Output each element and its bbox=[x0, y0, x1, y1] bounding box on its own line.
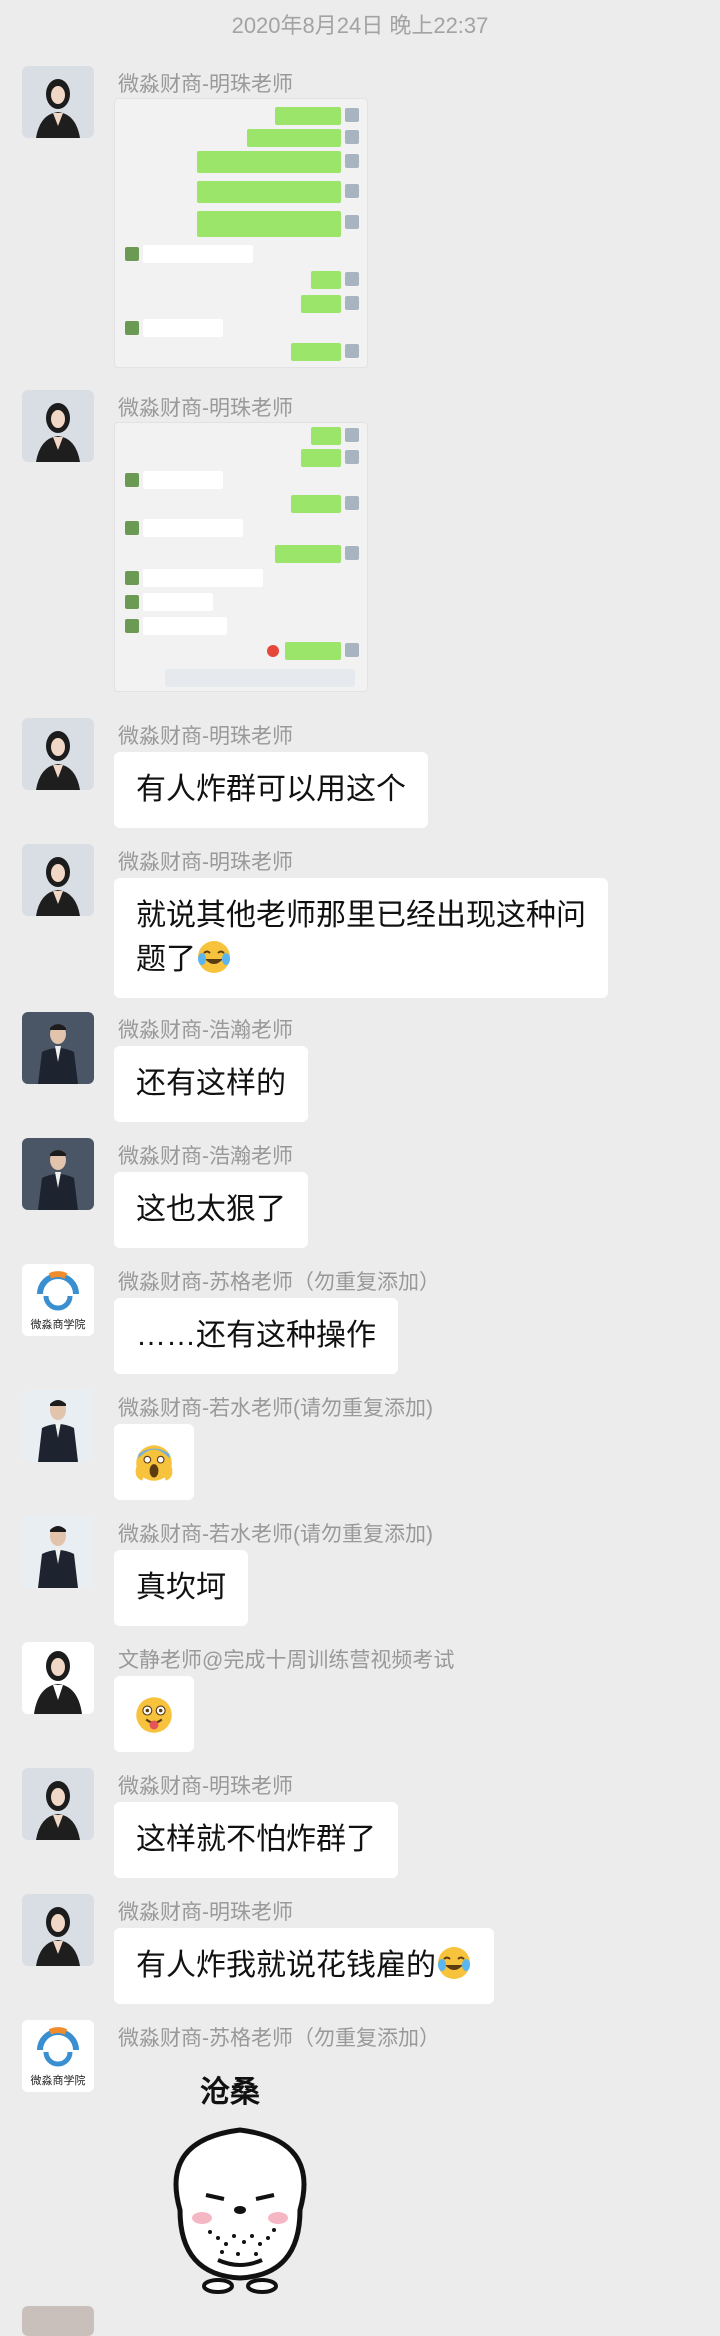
sender-name: 微淼财商-浩瀚老师 bbox=[118, 1145, 293, 1168]
avatar[interactable] bbox=[22, 1768, 94, 1840]
school-logo-icon: 微淼商学院 bbox=[22, 2020, 94, 2092]
message-text: 有人炸我就说花钱雇的 bbox=[136, 1949, 436, 1982]
avatar[interactable] bbox=[22, 1642, 94, 1714]
avatar[interactable] bbox=[22, 844, 94, 916]
chat-message: 文静老师@完成十周训练营视频考试 bbox=[0, 1642, 720, 1752]
message-bubble[interactable] bbox=[114, 1424, 194, 1500]
chat-message: 微淼财商-浩瀚老师 这也太狠了 bbox=[0, 1138, 720, 1248]
avatar[interactable] bbox=[22, 2306, 94, 2336]
message-text: 还有这样的 bbox=[136, 1067, 286, 1100]
avatar[interactable] bbox=[22, 390, 94, 462]
sender-name: 微淼财商-明珠老师 bbox=[118, 1775, 293, 1798]
sticker-blob-icon: 沧桑 bbox=[173, 2075, 307, 2294]
school-logo-caption: 微淼商学院 bbox=[31, 1317, 86, 1331]
chat-timestamp: 2020年8月24日 晚上22:37 bbox=[231, 13, 489, 38]
chat-message: 微淼财商-明珠老师 有人炸群可以用这个 bbox=[0, 718, 720, 828]
chat-message: 微淼财商-明珠老师 bbox=[0, 66, 720, 376]
chat-message: 微淼财商-浩瀚老师 还有这样的 bbox=[0, 1012, 720, 1122]
chat-message: 微淼财商-明珠老师 这样就不怕炸群了 bbox=[0, 1768, 720, 1878]
message-text: ……还有这种操作 bbox=[136, 1319, 376, 1352]
sender-name: 文静老师@完成十周训练营视频考试 bbox=[118, 1649, 455, 1672]
school-logo-caption: 微淼商学院 bbox=[31, 2073, 86, 2087]
avatar[interactable] bbox=[22, 66, 94, 138]
sender-name: 微淼财商-明珠老师 bbox=[118, 1901, 293, 1924]
sticker-caption: 沧桑 bbox=[200, 2075, 260, 2110]
chat-message: 微淼财商-若水老师(请勿重复添加) bbox=[0, 1390, 720, 1500]
chat-message: 微淼财商-明珠老师 bbox=[0, 390, 720, 700]
message-bubble[interactable]: 真坎坷 bbox=[114, 1550, 248, 1626]
message-bubble[interactable] bbox=[114, 1676, 194, 1752]
screenshot-image[interactable] bbox=[114, 98, 368, 368]
message-text: 真坎坷 bbox=[136, 1571, 226, 1604]
message-bubble[interactable]: 还有这样的 bbox=[114, 1046, 308, 1122]
message-bubble[interactable]: 有人炸群可以用这个 bbox=[114, 752, 428, 828]
sender-name: 微淼财商-若水老师(请勿重复添加) bbox=[118, 1397, 433, 1420]
message-text: 这也太狠了 bbox=[136, 1193, 286, 1226]
message-bubble[interactable]: 有人炸我就说花钱雇的 bbox=[114, 1928, 494, 2004]
sticker-image[interactable]: 沧桑 bbox=[140, 2060, 340, 2305]
chat-message: 微淼商学院 微淼财商-苏格老师（勿重复添加） 沧桑 bbox=[0, 2020, 720, 2300]
sender-name: 微淼财商-若水老师(请勿重复添加) bbox=[118, 1523, 433, 1546]
avatar-female-teacher-icon bbox=[22, 844, 94, 916]
message-bubble[interactable]: ……还有这种操作 bbox=[114, 1298, 398, 1374]
laugh-cry-emoji-icon bbox=[438, 1947, 470, 1979]
avatar[interactable]: 微淼商学院 bbox=[22, 2020, 94, 2092]
message-bubble[interactable]: 就说其他老师那里已经出现这种问题了 bbox=[114, 878, 608, 998]
avatar-female-teacher-icon bbox=[22, 1894, 94, 1966]
laugh-cry-emoji-icon bbox=[198, 941, 230, 973]
avatar[interactable]: 微淼商学院 bbox=[22, 1264, 94, 1336]
avatar[interactable] bbox=[22, 718, 94, 790]
sender-name: 微淼财商-明珠老师 bbox=[118, 397, 293, 420]
chat-message: 微淼财商-明珠老师 有人炸我就说花钱雇的 bbox=[0, 1894, 720, 2004]
chat-message: 微淼财商-明珠老师 就说其他老师那里已经出现这种问题了 bbox=[0, 844, 720, 998]
avatar-female-teacher-icon bbox=[22, 718, 94, 790]
avatar-female-teacher-icon bbox=[22, 1768, 94, 1840]
avatar-male-teacher-icon bbox=[22, 1390, 94, 1462]
tongue-emoji-icon bbox=[136, 1697, 172, 1733]
sender-name: 微淼财商-浩瀚老师 bbox=[118, 1019, 293, 1042]
avatar[interactable] bbox=[22, 1012, 94, 1084]
screenshot-image[interactable] bbox=[114, 422, 368, 692]
avatar-male-teacher-icon bbox=[22, 1138, 94, 1210]
avatar[interactable] bbox=[22, 1516, 94, 1588]
chat-message: 微淼财商-若水老师(请勿重复添加) 真坎坷 bbox=[0, 1516, 720, 1626]
avatar-male-teacher-icon bbox=[22, 1012, 94, 1084]
message-bubble[interactable]: 这样就不怕炸群了 bbox=[114, 1802, 398, 1878]
message-text: 这样就不怕炸群了 bbox=[136, 1823, 376, 1856]
sender-name: 微淼财商-明珠老师 bbox=[118, 725, 293, 748]
avatar-female-teacher-icon bbox=[22, 1642, 94, 1714]
avatar-female-teacher-icon bbox=[22, 66, 94, 138]
avatar-female-teacher-icon bbox=[22, 390, 94, 462]
avatar[interactable] bbox=[22, 1138, 94, 1210]
sender-name: 微淼财商-明珠老师 bbox=[118, 73, 293, 96]
sender-name: 微淼财商-明珠老师 bbox=[118, 851, 293, 874]
scream-emoji-icon bbox=[135, 1445, 173, 1481]
avatar-male-teacher-icon bbox=[22, 1516, 94, 1588]
message-text: 有人炸群可以用这个 bbox=[136, 773, 406, 806]
avatar[interactable] bbox=[22, 1894, 94, 1966]
sender-name: 微淼财商-苏格老师（勿重复添加） bbox=[118, 1271, 440, 1294]
message-bubble[interactable]: 这也太狠了 bbox=[114, 1172, 308, 1248]
school-logo-icon: 微淼商学院 bbox=[22, 1264, 94, 1336]
avatar[interactable] bbox=[22, 1390, 94, 1462]
chat-message: 微淼商学院 微淼财商-苏格老师（勿重复添加） ……还有这种操作 bbox=[0, 1264, 720, 1374]
sender-name: 微淼财商-苏格老师（勿重复添加） bbox=[118, 2027, 440, 2050]
